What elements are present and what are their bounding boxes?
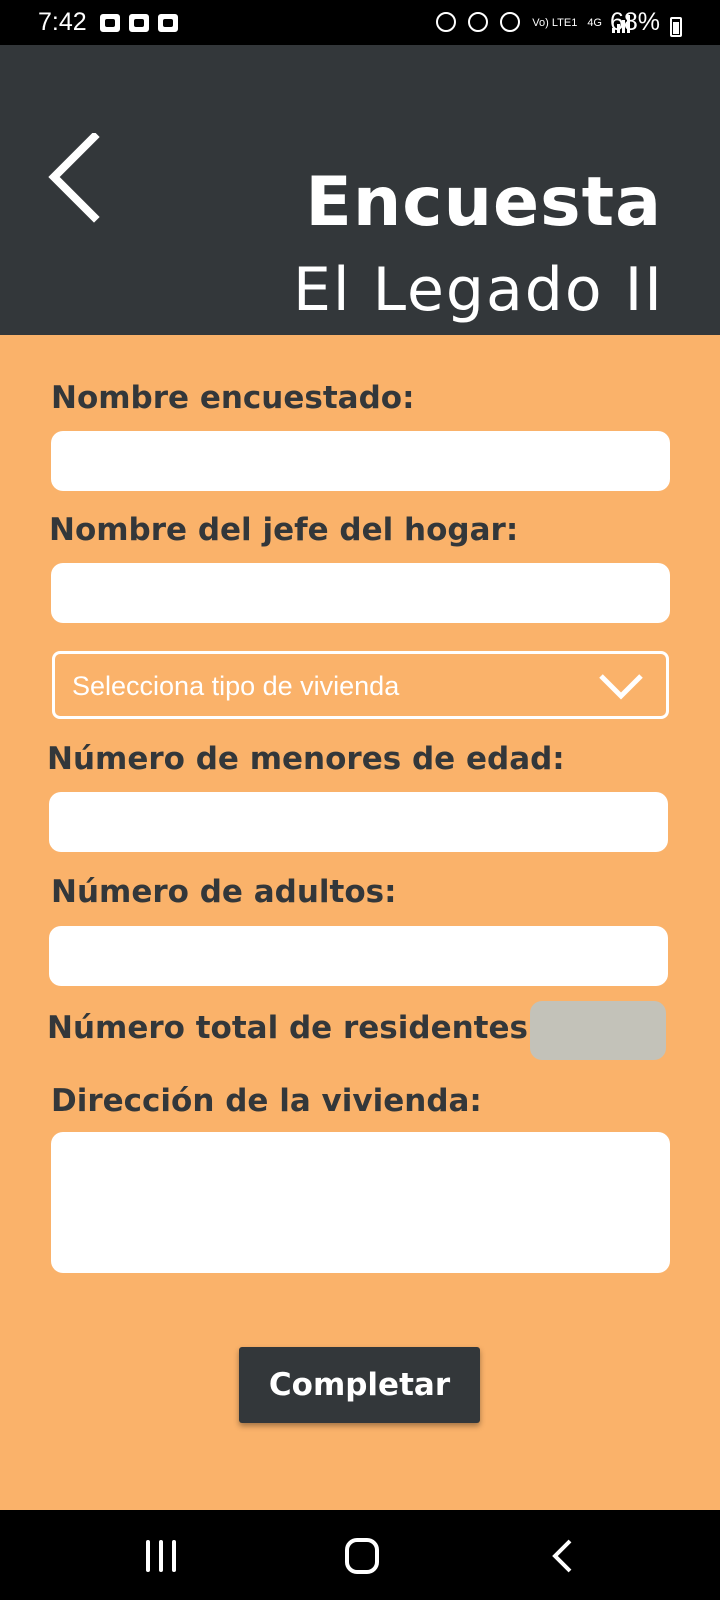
- chevron-down-icon: [599, 674, 643, 700]
- minors-count-input[interactable]: [49, 792, 668, 852]
- notification-icons: [100, 14, 178, 32]
- address-input[interactable]: [51, 1132, 670, 1273]
- recent-apps-icon[interactable]: [146, 1540, 176, 1572]
- alarm-icon: [468, 12, 490, 34]
- system-icons: Vo) LTE1 4G: [436, 12, 630, 34]
- app-notification-icon: [158, 14, 178, 32]
- respondent-name-label: Nombre encuestado:: [51, 380, 415, 416]
- household-head-label: Nombre del jefe del hogar:: [49, 512, 519, 548]
- image-notification-icon: [100, 14, 120, 32]
- home-icon[interactable]: [345, 1538, 379, 1574]
- lock-icon: [436, 12, 458, 34]
- chevron-left-icon: [48, 131, 100, 223]
- volte-indicator: Vo) LTE1: [532, 16, 578, 29]
- page-title: Encuesta: [305, 163, 662, 242]
- adults-count-label: Número de adultos:: [51, 874, 397, 910]
- network-type: 4G: [587, 16, 602, 29]
- voicemail-notification-icon: [129, 14, 149, 32]
- hotspot-icon: [500, 12, 522, 34]
- housing-type-select[interactable]: Selecciona tipo de vivienda: [52, 651, 669, 719]
- adults-count-input[interactable]: [49, 926, 668, 986]
- total-residents-label: Número total de residentes:: [47, 1010, 541, 1046]
- page-subtitle: El Legado II: [292, 255, 664, 325]
- address-label: Dirección de la vivienda:: [51, 1083, 482, 1119]
- system-nav-bar: [0, 1510, 720, 1600]
- household-head-input[interactable]: [51, 563, 670, 623]
- back-icon[interactable]: [550, 1538, 574, 1574]
- housing-type-placeholder: Selecciona tipo de vivienda: [72, 671, 400, 701]
- respondent-name-input[interactable]: [51, 431, 670, 491]
- complete-button[interactable]: Completar: [239, 1347, 480, 1423]
- minors-count-label: Número de menores de edad:: [47, 741, 565, 777]
- battery-percent: 68%: [609, 8, 660, 36]
- back-button[interactable]: [46, 131, 106, 223]
- status-time: 7:42: [38, 8, 87, 36]
- status-bar: 7:42 Vo) LTE1 4G 68%: [0, 0, 720, 45]
- battery-icon: [670, 17, 682, 37]
- total-residents-field: [530, 1001, 666, 1060]
- app-header: Encuesta El Legado II: [0, 45, 720, 335]
